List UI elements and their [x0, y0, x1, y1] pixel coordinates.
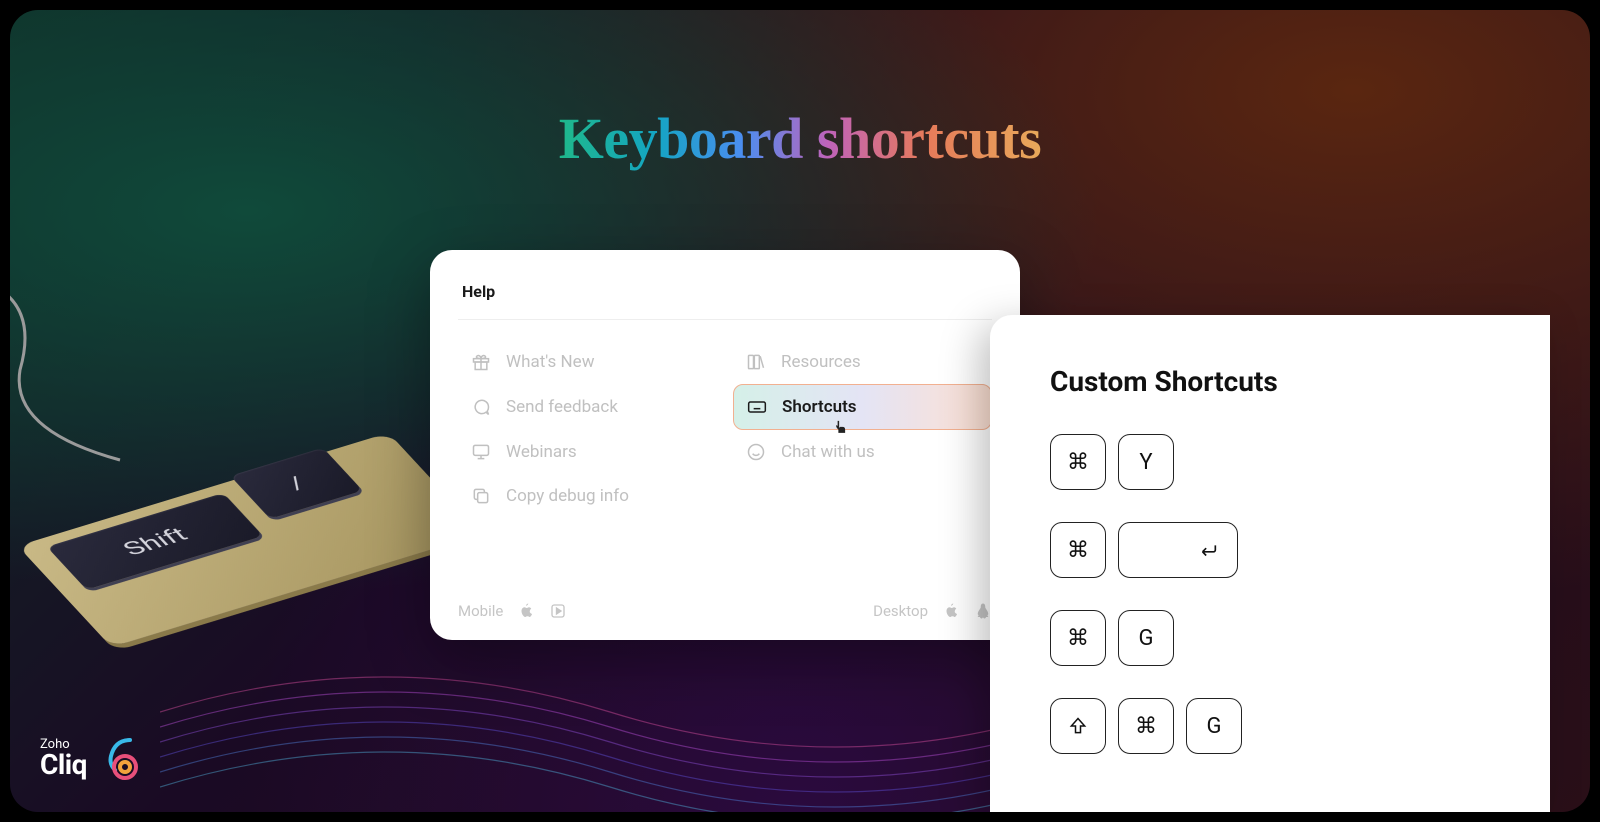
footer-mobile-label: Mobile [458, 602, 503, 620]
keycap-g: G [1118, 610, 1174, 666]
help-item-label: Copy debug info [506, 486, 629, 506]
apple-icon[interactable] [942, 602, 960, 620]
monitor-icon [470, 441, 492, 463]
shortcut-row: ⌘ G [1050, 698, 1490, 754]
keycap-cmd: ⌘ [1050, 610, 1106, 666]
help-item-label: Chat with us [781, 442, 875, 462]
shortcut-row: ⌘ Y [1050, 434, 1490, 490]
keycap-cmd: ⌘ [1050, 522, 1106, 578]
help-item-label: Send feedback [506, 397, 618, 417]
decorative-wave [160, 632, 1060, 812]
brand-six-icon [97, 734, 145, 782]
apple-icon[interactable] [517, 602, 535, 620]
chat-bubble-icon [470, 396, 492, 418]
smile-icon [745, 441, 767, 463]
help-item-send-feedback[interactable]: Send feedback [458, 384, 717, 430]
help-item-resources[interactable]: Resources [733, 340, 992, 384]
help-item-label: Resources [781, 352, 861, 372]
custom-shortcuts-title: Custom Shortcuts [1050, 365, 1490, 398]
keycap-cmd: ⌘ [1118, 698, 1174, 754]
keycap-return [1118, 522, 1238, 578]
help-panel-title: Help [458, 282, 992, 320]
return-icon [1197, 539, 1219, 561]
shortcut-row: ⌘ G [1050, 610, 1490, 666]
keyboard-cable [10, 270, 170, 470]
keycap-y: Y [1118, 434, 1174, 490]
help-item-chat-with-us[interactable]: Chat with us [733, 430, 992, 474]
keycap-shift [1050, 698, 1106, 754]
help-item-shortcuts[interactable]: Shortcuts [733, 384, 992, 430]
shortcut-row: ⌘ [1050, 522, 1490, 578]
help-item-label: Shortcuts [782, 397, 857, 417]
shift-icon [1068, 716, 1088, 736]
brand-product: Cliq [40, 751, 87, 779]
help-item-label: Webinars [506, 442, 577, 462]
help-panel: Help What's New Resources Send feedback [430, 250, 1020, 640]
help-footer: Mobile Desktop [458, 602, 992, 620]
promo-canvas: Keyboard shortcuts Shift / Help What's N… [10, 10, 1590, 812]
books-icon [745, 351, 767, 373]
keyboard-icon [746, 396, 768, 418]
pointer-cursor-icon [832, 419, 850, 437]
help-item-copy-debug[interactable]: Copy debug info [458, 474, 717, 518]
page-title: Keyboard shortcuts [559, 105, 1041, 172]
keycap-g: G [1186, 698, 1242, 754]
brand-logo: Zoho Cliq [40, 734, 145, 782]
play-store-icon[interactable] [549, 602, 567, 620]
gift-icon [470, 351, 492, 373]
help-item-whats-new[interactable]: What's New [458, 340, 717, 384]
copy-icon [470, 485, 492, 507]
help-item-webinars[interactable]: Webinars [458, 430, 717, 474]
custom-shortcuts-panel: Custom Shortcuts ⌘ Y ⌘ ⌘ G ⌘ G [990, 315, 1550, 812]
help-item-label: What's New [506, 352, 594, 372]
keycap-cmd: ⌘ [1050, 434, 1106, 490]
footer-desktop-label: Desktop [873, 602, 928, 620]
